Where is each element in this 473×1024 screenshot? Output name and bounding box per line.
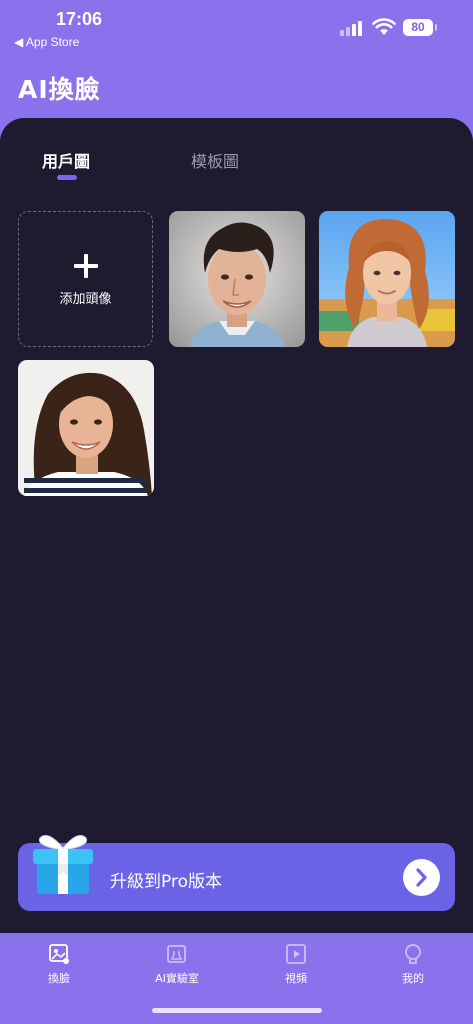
nav-face-swap[interactable]: 換臉 [11,943,107,986]
nav-ai-lab[interactable]: AI實驗室 [129,943,225,986]
status-time: 17:06 [56,9,103,29]
tab-indicator [57,175,77,180]
chevron-right-icon[interactable] [403,859,440,896]
user-photo-young-man[interactable] [169,211,305,347]
status-bar: 17:06 ◀ App Store 80 [0,0,473,56]
nav-video[interactable]: 視頻 [248,943,344,986]
add-avatar-button[interactable]: 添加頭像 [18,211,153,347]
nav-ai-lab-label: AI實驗室 [155,972,199,985]
user-photo-curly-woman[interactable] [319,211,455,347]
nav-profile-label: 我的 [402,972,424,985]
user-photo-girl[interactable] [18,360,154,496]
nav-face-swap-label: 換臉 [48,972,70,985]
page-title: AI換臉 [18,75,101,104]
plus-icon [74,254,98,278]
tab-user-images[interactable]: 用戶圖 [42,148,90,172]
nav-video-label: 視頻 [285,972,307,985]
battery-icon: 80 [403,19,437,36]
nav-profile[interactable]: 我的 [365,943,461,986]
wifi-icon [372,18,396,35]
gift-icon [33,835,93,894]
profile-icon [405,944,421,964]
content-panel: 用戶圖 模板圖 添加頭像 [0,118,473,933]
add-avatar-label: 添加頭像 [59,292,112,307]
lab-icon [167,945,186,963]
video-icon [286,944,306,964]
upgrade-pro-label: 升級到Pro版本 [110,872,222,892]
back-to-app-store-link[interactable]: ◀ App Store [14,35,79,49]
face-swap-icon [49,944,69,964]
signal-icon [340,20,366,36]
tab-template-images[interactable]: 模板圖 [191,148,239,172]
home-indicator [152,1008,322,1013]
